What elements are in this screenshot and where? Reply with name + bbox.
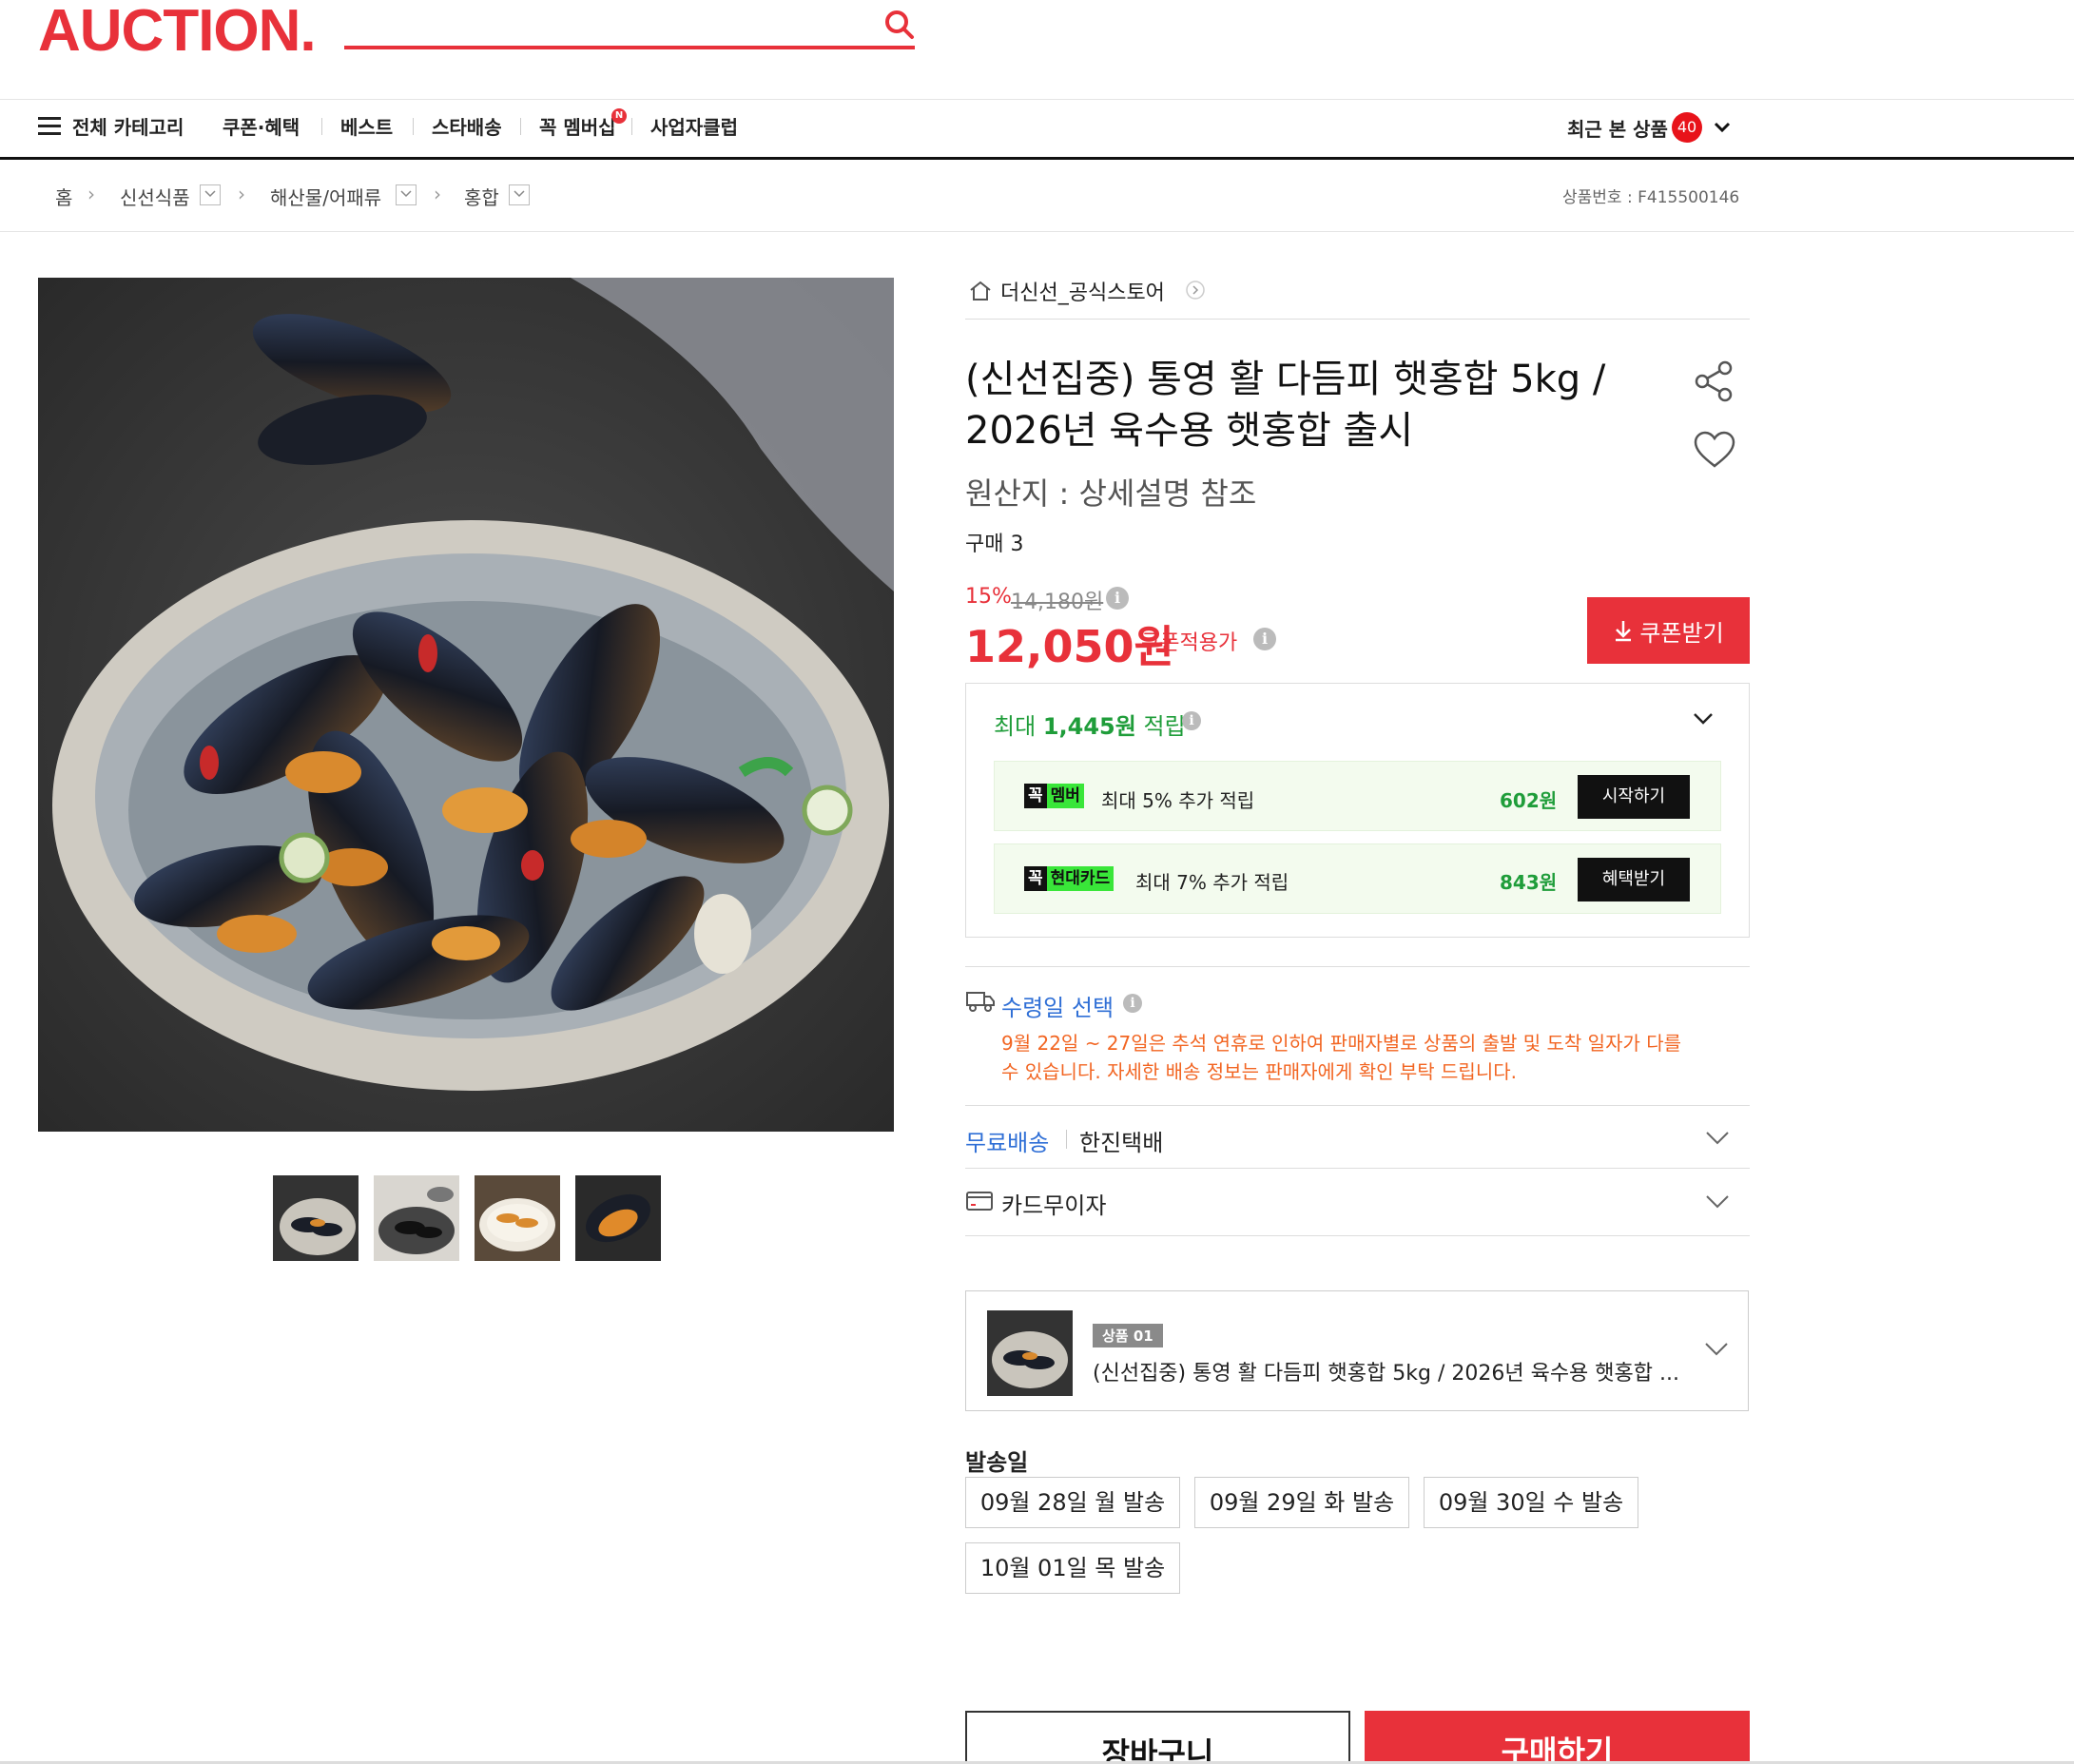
chevron-down-icon[interactable] <box>1692 711 1715 727</box>
store-home-icon <box>970 281 991 300</box>
auction-logo[interactable]: AUCTION. <box>38 2 317 61</box>
nav-divider <box>321 118 322 135</box>
badge-hyundai-card: 현대카드 <box>1046 866 1115 891</box>
recent-items-label[interactable]: 최근 본 상품 <box>1567 114 1668 142</box>
breadcrumb-mussel[interactable]: 홍합 <box>464 183 499 210</box>
option-name: (신선집중) 통영 활 다듬피 햇홍합 5kg / 2026년 육수용 햇홍합 … <box>1093 1362 1679 1386</box>
info-icon[interactable]: i <box>1123 994 1142 1013</box>
holiday-notice: 9월 22일 ~ 27일은 추석 연휴로 인하여 판매자별로 상품의 출발 및 … <box>1001 1032 1682 1083</box>
nav-coupon-benefits[interactable]: 쿠폰·혜택 <box>223 112 300 140</box>
credit-card-icon <box>966 1192 993 1211</box>
store-name-link[interactable]: 더신선_공식스토어 <box>1000 276 1165 306</box>
membership-badge: 꼭 멤버 <box>1024 784 1084 808</box>
reward-row-amount: 602원 <box>1500 789 1558 812</box>
hyundai-card-badge: 꼭 현대카드 <box>1024 866 1115 891</box>
coupon-price-label: 쿠폰적용가 <box>1141 631 1238 655</box>
recent-items-count: 40 <box>1672 112 1702 143</box>
search-input[interactable] <box>344 46 915 49</box>
get-benefit-button[interactable]: 혜택받기 <box>1578 858 1690 901</box>
nav-divider <box>413 118 414 135</box>
chevron-right-icon: › <box>434 183 441 205</box>
new-badge: N <box>611 108 627 124</box>
nav-divider <box>520 118 521 135</box>
chevron-down-icon[interactable] <box>1704 1193 1731 1211</box>
chevron-right-icon: › <box>87 183 95 205</box>
free-shipping-label: 무료배송 <box>965 1130 1050 1156</box>
nav-divider <box>631 118 632 135</box>
send-date-option[interactable]: 09월 28일 월 발송 <box>965 1477 1180 1528</box>
chevron-down-icon[interactable] <box>1713 120 1732 135</box>
info-icon[interactable]: i <box>1106 587 1129 610</box>
product-number: 상품번호 : F415500146 <box>1562 188 1740 207</box>
origin-info: 원산지 : 상세설명 참조 <box>965 475 1257 512</box>
badge-kk: 꼭 <box>1024 866 1047 891</box>
breadcrumb-dropdown[interactable] <box>396 184 417 205</box>
divider <box>1066 1130 1067 1149</box>
breadcrumb-dropdown[interactable] <box>509 184 530 205</box>
nav-all-categories[interactable]: 전체 카테고리 <box>72 112 184 140</box>
breadcrumb-seafood[interactable]: 해산물/어패류 <box>270 183 381 210</box>
reward-row-text: 최대 5% 추가 적립 <box>1101 789 1255 812</box>
truck-icon <box>966 992 995 1012</box>
divider <box>965 1105 1750 1106</box>
reward-prefix: 최대 <box>994 713 1037 740</box>
divider <box>965 966 1750 967</box>
nav-business-club[interactable]: 사업자클럽 <box>650 112 738 140</box>
nav-best[interactable]: 베스트 <box>340 112 393 140</box>
product-thumbnail[interactable] <box>575 1175 661 1261</box>
badge-member: 멤버 <box>1046 784 1084 808</box>
add-to-cart-button[interactable]: 장바구니 <box>965 1711 1350 1764</box>
reward-row-text: 최대 7% 추가 적립 <box>1135 871 1289 894</box>
send-date-option[interactable]: 10월 01일 목 발송 <box>965 1542 1180 1594</box>
start-membership-button[interactable]: 시작하기 <box>1578 775 1690 819</box>
coupon-download-button[interactable]: 쿠폰받기 <box>1587 597 1750 664</box>
product-thumbnail[interactable] <box>374 1175 459 1261</box>
divider <box>0 231 2074 232</box>
nav-star-delivery[interactable]: 스타배송 <box>432 112 502 140</box>
heart-icon[interactable] <box>1693 430 1736 470</box>
product-thumbnail[interactable] <box>475 1175 560 1261</box>
badge-kk: 꼭 <box>1024 784 1047 808</box>
card-installment[interactable]: 카드무이자 <box>1001 1187 1106 1220</box>
share-icon[interactable] <box>1693 359 1736 403</box>
divider <box>965 1235 1750 1236</box>
breadcrumb-fresh-food[interactable]: 신선식품 <box>120 183 190 210</box>
product-title: (신선집중) 통영 활 다듬피 햇홍합 5kg / 2026년 육수용 햇홍합 … <box>965 358 1606 453</box>
chevron-down-icon[interactable] <box>1704 1130 1731 1147</box>
send-date-title: 발송일 <box>965 1449 1029 1476</box>
search-icon[interactable] <box>882 8 917 42</box>
option-selector[interactable] <box>965 1290 1749 1411</box>
option-thumbnail <box>987 1310 1073 1396</box>
breadcrumb-home[interactable]: 홈 <box>55 183 72 210</box>
chevron-right-icon[interactable] <box>1185 280 1206 300</box>
chevron-right-icon: › <box>238 183 245 205</box>
buy-now-button[interactable]: 구매하기 <box>1365 1711 1750 1764</box>
chevron-down-icon[interactable] <box>1703 1341 1730 1358</box>
info-icon[interactable]: i <box>1182 711 1201 730</box>
reward-row-amount: 843원 <box>1500 871 1558 894</box>
divider <box>965 319 1750 320</box>
reward-suffix: 적립 <box>1143 713 1186 740</box>
purchase-count: 구매 3 <box>965 533 1024 556</box>
main-nav <box>0 99 2074 160</box>
product-thumbnail[interactable] <box>273 1175 359 1261</box>
reward-amount: 1,445원 <box>1042 713 1136 740</box>
courier-name: 한진택배 <box>1079 1130 1164 1156</box>
nav-membership[interactable]: 꼭 멤버십 <box>539 112 616 140</box>
breadcrumb-dropdown[interactable] <box>200 184 221 205</box>
divider <box>965 1168 1750 1169</box>
send-date-option[interactable]: 09월 30일 수 발송 <box>1424 1477 1638 1528</box>
reward-summary[interactable]: 최대 1,445원 적립 <box>994 708 1186 741</box>
info-icon[interactable]: i <box>1253 628 1276 650</box>
discount-rate: 15% <box>965 585 1012 609</box>
receive-date-select[interactable]: 수령일 선택 <box>1001 989 1114 1022</box>
send-date-option[interactable]: 09월 29일 화 발송 <box>1194 1477 1409 1528</box>
coupon-button-label: 쿠폰받기 <box>1639 619 1724 647</box>
product-main-image[interactable] <box>38 278 894 1132</box>
option-number-badge: 상품 01 <box>1093 1324 1163 1347</box>
menu-icon[interactable] <box>38 117 61 136</box>
download-icon <box>1616 621 1632 642</box>
original-price: 14,180원 <box>1011 591 1104 614</box>
